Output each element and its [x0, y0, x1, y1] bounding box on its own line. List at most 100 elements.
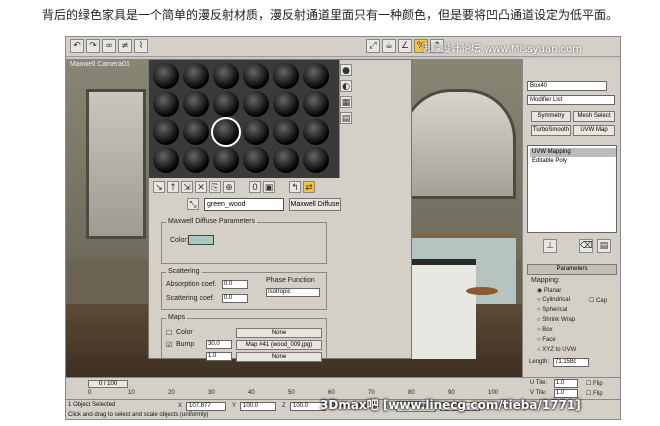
uv-tiling-icon[interactable]: ▤ — [340, 112, 352, 124]
stack-item-editable-poly[interactable]: Editable Poly — [530, 157, 616, 166]
modifier-list-dropdown[interactable]: Modifier List — [527, 95, 615, 105]
mapping-option-shrink-wrap[interactable]: ○ Shrink Wrap — [537, 317, 575, 323]
stack-item-uvw-mapping[interactable]: UVW Mapping — [530, 148, 616, 157]
u-tile-field[interactable]: 1.0 — [554, 379, 578, 388]
turbosmooth-button[interactable]: TurboSmooth — [531, 125, 571, 136]
material-slot[interactable] — [303, 119, 329, 145]
material-slot[interactable] — [153, 91, 179, 117]
material-slot[interactable] — [213, 63, 239, 89]
viewport-label[interactable]: Maxwell Camera01 — [70, 61, 130, 68]
third-amount-field[interactable]: 1.0 — [206, 352, 232, 361]
diffuse-params-title: Maxwell Diffuse Parameters — [166, 218, 258, 225]
material-slot[interactable] — [273, 63, 299, 89]
material-slot[interactable] — [243, 147, 269, 173]
material-slots — [149, 60, 339, 178]
bump-map-button[interactable]: Map #41 (wood_009.jpg) — [236, 340, 322, 350]
selection-status: 1 Object Selected — [68, 402, 116, 408]
map-color-checkbox[interactable]: ☐ — [166, 329, 172, 337]
reset-map-icon[interactable]: ✕ — [195, 181, 207, 193]
modifier-stack: UVW Mapping Editable Poly — [527, 145, 617, 233]
phase-function-select[interactable]: Isotropic — [266, 288, 320, 297]
map-bump-checkbox[interactable]: ☑ — [166, 341, 172, 349]
get-material-icon[interactable]: ↘ — [153, 181, 165, 193]
diffuse-color-swatch[interactable] — [188, 235, 214, 245]
cap-checkbox[interactable]: ☐ Cap — [589, 297, 607, 304]
mapping-option-face[interactable]: ○ Face — [537, 337, 556, 343]
bind-icon[interactable]: ⌇ — [134, 39, 148, 53]
background-icon[interactable]: ▦ — [340, 96, 352, 108]
parameters-rollout[interactable]: Parameters — [527, 264, 617, 275]
material-slot[interactable] — [183, 63, 209, 89]
mapping-option-box[interactable]: ○ Box — [537, 327, 553, 333]
material-slot[interactable] — [183, 119, 209, 145]
material-slot[interactable] — [213, 91, 239, 117]
mapping-option-cylindrical[interactable]: ○ Cylindrical — [537, 297, 570, 303]
material-name-field[interactable]: green_wood — [204, 198, 284, 211]
sample-type-icon[interactable]: ● — [340, 64, 352, 76]
material-slot[interactable] — [303, 63, 329, 89]
material-slot[interactable] — [153, 63, 179, 89]
material-slot[interactable] — [213, 147, 239, 173]
absorption-field[interactable]: 0.0 — [222, 280, 248, 289]
material-slot[interactable] — [303, 91, 329, 117]
link-icon[interactable]: ∞ — [102, 39, 116, 53]
material-slot[interactable] — [303, 147, 329, 173]
pin-stack-icon[interactable]: ⊥ — [543, 239, 557, 253]
diffuse-params-group: Maxwell Diffuse Parameters Color: — [161, 218, 327, 264]
angle-snap-icon[interactable]: ∠ — [398, 39, 412, 53]
material-slot[interactable] — [273, 119, 299, 145]
mapping-option-planar[interactable]: ◉ Planar — [537, 287, 561, 294]
go-sibling-icon[interactable]: ⇄ — [303, 181, 315, 193]
mesh-select-button[interactable]: Mesh Select — [573, 111, 615, 122]
material-slot[interactable] — [153, 147, 179, 173]
footer-watermark: 3Dmax吧 [www.linecg.com/tieba/1771] — [320, 398, 581, 412]
mapping-option-spherical[interactable]: ○ Spherical — [537, 307, 567, 313]
length-field[interactable]: 71.158c — [553, 358, 589, 367]
unlink-icon[interactable]: ≠ — [118, 39, 132, 53]
timeline-tick: 20 — [168, 390, 175, 396]
render-icon[interactable]: ☕ — [382, 39, 396, 53]
show-map-icon[interactable]: ▣ — [263, 181, 275, 193]
camera-viewport[interactable]: Maxwell Camera01 ● ◐ ▦ ▤ ↘ ↑ ⇲ ✕ ⎘ ⊕ 0 ▣… — [66, 59, 522, 377]
material-slot[interactable] — [273, 91, 299, 117]
pick-material-icon[interactable]: ⤡ — [187, 198, 199, 210]
material-slot[interactable] — [243, 119, 269, 145]
redo-icon[interactable]: ↷ — [86, 39, 100, 53]
copy-material-icon[interactable]: ⎘ — [209, 181, 221, 193]
scattering-field[interactable]: 0.0 — [222, 294, 248, 303]
uvw-map-button[interactable]: UVW Map — [573, 125, 615, 136]
bump-amount-field[interactable]: 30.0 — [206, 340, 232, 349]
color-label: Color: — [170, 237, 189, 244]
go-parent-icon[interactable]: ↰ — [289, 181, 301, 193]
absorption-label: Absorption coef. — [166, 281, 217, 288]
scale-icon[interactable]: ⤢ — [366, 39, 380, 53]
material-slot[interactable] — [243, 63, 269, 89]
y-coord-field[interactable]: 100.0 — [240, 402, 276, 411]
backlight-icon[interactable]: ◐ — [340, 80, 352, 92]
configure-sets-icon[interactable]: ▤ — [597, 239, 611, 253]
mapping-option-xyz-to-uvw[interactable]: ○ XYZ to UVW — [537, 347, 576, 353]
time-slider[interactable]: 0 / 100 — [88, 380, 128, 388]
material-type-button[interactable]: Maxwell Diffuse — [289, 198, 341, 211]
material-slot[interactable] — [153, 119, 179, 145]
u-flip-checkbox[interactable]: ☐ Flip — [586, 380, 603, 387]
object-name-field[interactable]: Box40 — [527, 81, 607, 91]
put-material-icon[interactable]: ↑ — [167, 181, 179, 193]
map-color-label: Color — [176, 329, 193, 336]
v-flip-checkbox[interactable]: ☐ Flip — [586, 390, 603, 397]
material-slot-selected[interactable] — [211, 117, 241, 147]
assign-material-icon[interactable]: ⇲ — [181, 181, 193, 193]
symmetry-button[interactable]: Symmetry — [531, 111, 571, 122]
material-slot[interactable] — [183, 147, 209, 173]
material-slot[interactable] — [243, 91, 269, 117]
material-slot[interactable] — [183, 91, 209, 117]
third-map-button[interactable]: None — [236, 352, 322, 362]
x-coord-field[interactable]: 107.877 — [186, 402, 226, 411]
material-slot[interactable] — [273, 147, 299, 173]
remove-modifier-icon[interactable]: ⌫ — [579, 239, 593, 253]
color-map-button[interactable]: None — [236, 328, 322, 338]
unique-icon[interactable]: ⊕ — [223, 181, 235, 193]
undo-icon[interactable]: ↶ — [70, 39, 84, 53]
material-effects-icon[interactable]: 0 — [249, 181, 261, 193]
scattering-label: Scattering coef. — [166, 295, 215, 302]
